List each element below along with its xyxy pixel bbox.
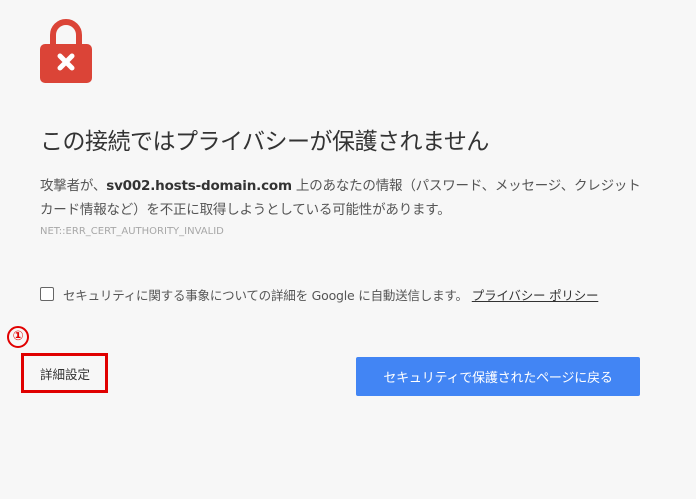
lock-error-icon [40, 19, 92, 83]
annotation-marker: ① [7, 326, 29, 348]
report-option: セキュリティに関する事象についての詳細を Google に自動送信します。 プラ… [40, 284, 598, 304]
domain-name: sv002.hosts-domain.com [106, 178, 292, 194]
page-title: この接続ではプライバシーが保護されません [40, 129, 489, 155]
error-code: NET::ERR_CERT_AUTHORITY_INVALID [40, 226, 224, 237]
report-checkbox[interactable] [40, 287, 54, 301]
message-prefix: 攻撃者が、 [40, 178, 107, 194]
privacy-policy-link[interactable]: プライバシー ポリシー [472, 285, 599, 304]
warning-message: 攻撃者が、sv002.hosts-domain.com 上のあなたの情報（パスワ… [40, 174, 650, 222]
back-to-safety-button[interactable]: セキュリティで保護されたページに戻る [356, 357, 640, 396]
report-label: セキュリティに関する事象についての詳細を Google に自動送信します。 [63, 287, 468, 303]
advanced-details-button[interactable]: 詳細設定 [24, 356, 105, 390]
